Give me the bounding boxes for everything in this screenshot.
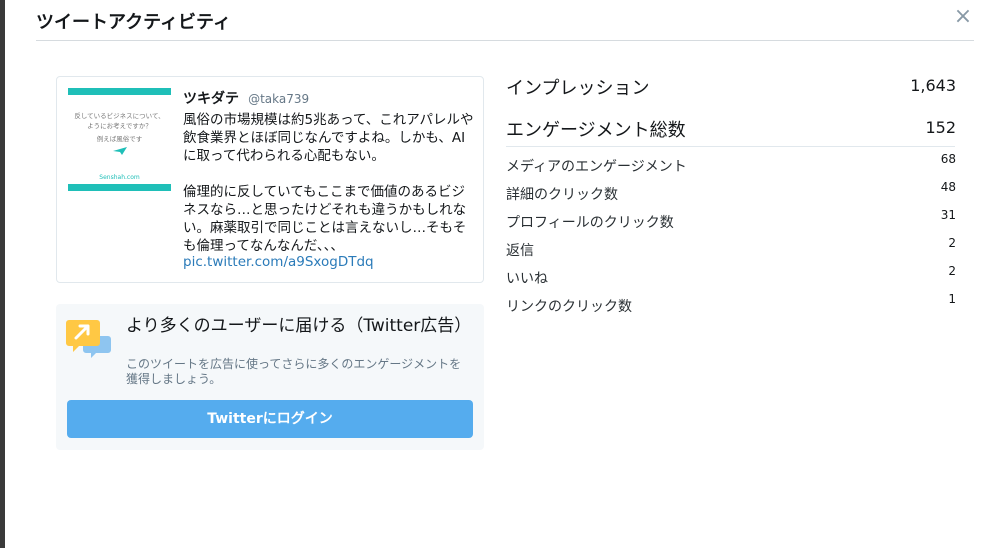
engagement-breakdown: メディアのエンゲージメント 68 詳細のクリック数 48 プロフィールのクリック…	[506, 152, 956, 320]
stat-label: 返信	[506, 243, 534, 259]
engagements-row: エンゲージメント総数 152	[506, 112, 956, 154]
impressions-value: 1,643	[910, 76, 956, 95]
tweet-card[interactable]: 反しているビジネスについて、 ようにお考えですか？ 例えば風俗です Sensha…	[56, 76, 484, 283]
thumbnail-brand: Senshah.com	[99, 174, 140, 181]
stat-label: 詳細のクリック数	[506, 187, 618, 203]
engagements-value: 152	[925, 118, 956, 137]
promote-description: このツイートを広告に使ってさらに多くのエンゲージメントを獲得しましょう。	[126, 357, 462, 386]
paper-plane-icon	[113, 147, 127, 155]
tweet-author[interactable]: ツキダテ @taka739	[183, 88, 309, 108]
stat-label: メディアのエンゲージメント	[506, 159, 687, 175]
stat-row-replies: 返信 2	[506, 236, 956, 264]
thumbnail-bottom-bar	[68, 184, 171, 191]
tweet-media-link[interactable]: pic.twitter.com/a9SxogDTdq	[183, 254, 374, 270]
stat-label: いいね	[506, 271, 548, 287]
tweet-author-name[interactable]: ツキダテ	[183, 91, 239, 107]
thumbnail-top-bar	[68, 88, 171, 95]
stat-row-media-engagements: メディアのエンゲージメント 68	[506, 152, 956, 180]
stat-value: 31	[940, 208, 956, 222]
stat-value: 2	[948, 264, 956, 278]
background-page-edge	[0, 0, 5, 548]
stat-value: 68	[940, 152, 956, 166]
close-icon[interactable]: ×	[952, 6, 974, 28]
engagements-label: エンゲージメント総数	[506, 120, 686, 141]
stat-value: 2	[948, 236, 956, 250]
stat-row-profile-clicks: プロフィールのクリック数 31	[506, 208, 956, 236]
thumbnail-text-line-1: 反しているビジネスについて、	[74, 112, 165, 120]
stat-row-detail-expands: 詳細のクリック数 48	[506, 180, 956, 208]
speech-bubble-arrow-icon	[66, 320, 111, 358]
stat-label: リンクのクリック数	[506, 299, 632, 315]
modal-title: ツイートアクティビティ	[36, 12, 231, 33]
promote-panel: より多くのユーザーに届ける（Twitter広告） このツイートを広告に使ってさら…	[56, 304, 484, 450]
stat-row-link-clicks: リンクのクリック数 1	[506, 292, 956, 320]
stat-value: 1	[948, 292, 956, 306]
stat-value: 48	[940, 180, 956, 194]
impressions-label: インプレッション	[506, 78, 650, 99]
tweet-text: 風俗の市場規模は約5兆あって、これアパレルや飲食業界とほぼ同じなんですよね。しか…	[183, 112, 474, 254]
promote-title: より多くのユーザーに届ける（Twitter広告）	[126, 316, 472, 336]
modal-header: ツイートアクティビティ ×	[36, 0, 974, 41]
tweet-author-handle[interactable]: @taka739	[248, 92, 309, 106]
stat-row-likes: いいね 2	[506, 264, 956, 292]
thumbnail-text-line-3: 例えば風俗です	[96, 135, 143, 143]
stats-divider	[506, 146, 955, 147]
tweet-media-thumbnail[interactable]: 反しているビジネスについて、 ようにお考えですか？ 例えば風俗です Sensha…	[68, 88, 171, 192]
stat-label: プロフィールのクリック数	[506, 215, 674, 231]
stats-summary: インプレッション 1,643 エンゲージメント総数 152	[506, 70, 956, 154]
impressions-row: インプレッション 1,643	[506, 70, 956, 112]
thumbnail-text-line-2: ようにお考えですか？	[87, 122, 152, 130]
twitter-login-button[interactable]: Twitterにログイン	[67, 400, 473, 438]
